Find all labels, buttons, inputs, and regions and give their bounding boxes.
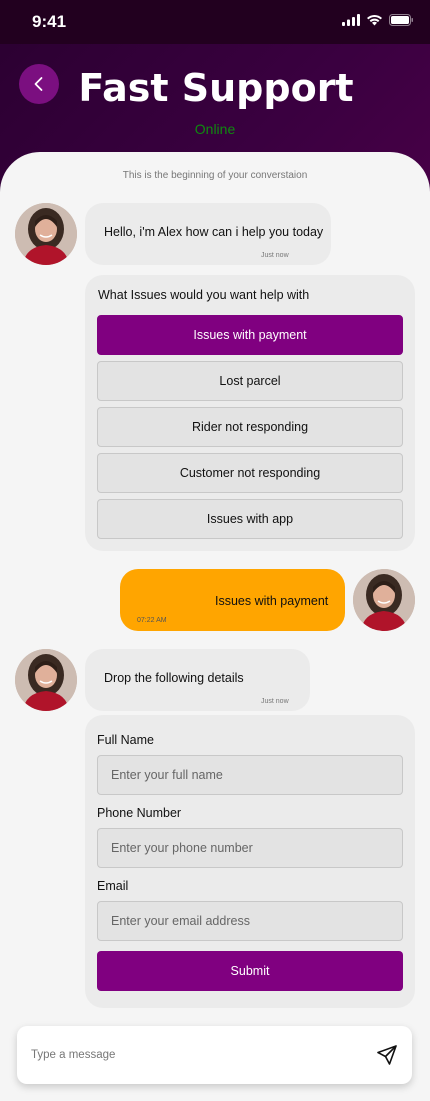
agent-message-bubble: Drop the following details Just now — [85, 649, 310, 711]
issue-options-card: What Issues would you want help with Iss… — [85, 275, 415, 551]
message-text: Hello, i'm Alex how can i help you today — [104, 225, 324, 239]
option-label: Issues with app — [206, 512, 294, 526]
signal-icon — [342, 14, 360, 26]
message-time: Just now — [261, 252, 289, 259]
wifi-icon — [367, 14, 382, 26]
option-lost-parcel[interactable]: Lost parcel — [97, 361, 403, 401]
details-form-card: Full Name Phone Number Email Submit — [85, 715, 415, 1008]
options-title: What Issues would you want help with — [98, 288, 310, 302]
option-issues-with-app[interactable]: Issues with app — [97, 499, 403, 539]
page-title: Fast Support — [78, 66, 354, 110]
option-label: Issues with payment — [193, 328, 307, 342]
option-issues-with-payment[interactable]: Issues with payment — [97, 315, 403, 355]
agent-avatar — [15, 649, 77, 711]
message-time: 07:22 AM — [137, 617, 167, 624]
message-input[interactable] — [31, 1044, 351, 1066]
message-time: Just now — [261, 698, 289, 705]
send-button[interactable] — [375, 1043, 399, 1067]
status-bar: 9:41 — [0, 0, 430, 44]
status-time: 9:41 — [32, 12, 67, 31]
online-status: Online — [194, 121, 236, 137]
option-label: Lost parcel — [219, 374, 281, 388]
option-rider-not-responding[interactable]: Rider not responding — [97, 407, 403, 447]
message-text: Issues with payment — [215, 594, 329, 608]
agent-message-bubble: Hello, i'm Alex how can i help you today… — [85, 203, 331, 265]
agent-avatar — [15, 203, 77, 265]
send-icon — [377, 1045, 397, 1065]
user-message-bubble: Issues with payment 07:22 AM — [120, 569, 345, 631]
option-label: Rider not responding — [191, 420, 309, 434]
full-name-input[interactable] — [97, 755, 403, 795]
phone-number-label: Phone Number — [97, 806, 182, 820]
message-text: Drop the following details — [104, 671, 244, 685]
status-icons — [342, 14, 414, 26]
user-avatar — [353, 569, 415, 631]
option-label: Customer not responding — [179, 466, 321, 480]
email-label: Email — [97, 879, 129, 893]
phone-number-input[interactable] — [97, 828, 403, 868]
conversation-start-note: This is the beginning of your converstai… — [122, 170, 308, 181]
submit-button[interactable]: Submit — [97, 951, 403, 991]
message-composer — [17, 1026, 412, 1084]
full-name-label: Full Name — [97, 733, 154, 747]
battery-icon — [389, 14, 413, 26]
email-input[interactable] — [97, 901, 403, 941]
option-customer-not-responding[interactable]: Customer not responding — [97, 453, 403, 493]
